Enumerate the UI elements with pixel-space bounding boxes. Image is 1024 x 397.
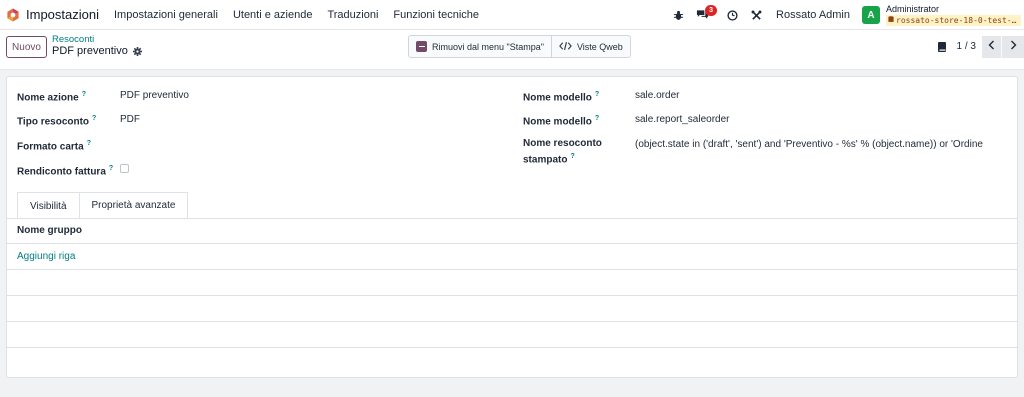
- top-navbar: Impostazioni Impostazioni generali Utent…: [0, 0, 1024, 30]
- help-tooltip-icon[interactable]: ?: [570, 153, 574, 160]
- pager-previous-button[interactable]: [982, 35, 1002, 58]
- model-name-label: Nome modello?: [523, 91, 600, 104]
- form-sheet: Nome azione? PDF preventivo Tipo resocon…: [6, 76, 1018, 378]
- app-home-link[interactable]: Impostazioni: [6, 7, 109, 22]
- help-tooltip-icon[interactable]: ?: [595, 91, 599, 98]
- breadcrumb: Resoconti PDF preventivo: [52, 34, 142, 58]
- pager-value[interactable]: 1 / 3: [957, 41, 976, 52]
- invoice-report-label: Rendiconto fattura?: [17, 165, 114, 178]
- code-icon: [559, 41, 572, 53]
- remove-from-print-menu-label: Rimuovi dal menu "Stampa": [432, 41, 544, 52]
- paper-format-label: Formato carta?: [17, 140, 91, 153]
- remove-from-print-menu-button[interactable]: Rimuovi dal menu "Stampa": [409, 36, 551, 57]
- chevron-left-icon: [988, 40, 995, 53]
- pager: 1 / 3: [937, 35, 1024, 58]
- gear-icon[interactable]: [132, 47, 142, 56]
- menu-general-settings[interactable]: Impostazioni generali: [114, 9, 218, 21]
- new-button[interactable]: Nuovo: [6, 36, 47, 58]
- menu-translations[interactable]: Traduzioni: [327, 9, 378, 21]
- template-name-label: Nome modello?: [523, 115, 600, 128]
- help-tooltip-icon[interactable]: ?: [92, 115, 96, 122]
- control-panel: Nuovo Resoconti PDF preventivo Rimuovi d…: [0, 30, 1024, 70]
- qweb-views-button[interactable]: Viste Qweb: [550, 36, 630, 57]
- database-icon: [888, 15, 894, 26]
- app-name: Impostazioni: [26, 7, 99, 22]
- printed-report-name-field[interactable]: (object.state in ('draft', 'sent') and '…: [635, 138, 985, 151]
- user-name: Administrator: [886, 4, 940, 14]
- breadcrumb-parent[interactable]: Resoconti: [52, 34, 142, 45]
- notebook-tabs: Visibilità Proprietà avanzate: [17, 192, 189, 219]
- tab-divider: [7, 218, 1017, 219]
- group-name-column-header[interactable]: Nome gruppo: [17, 225, 82, 236]
- help-tooltip-icon[interactable]: ?: [595, 115, 599, 122]
- report-type-field[interactable]: PDF: [120, 113, 140, 126]
- printed-report-name-label: Nome resoconto stampato?: [523, 138, 602, 166]
- database-name: rossato-store-18-0-test-…: [886, 15, 1021, 26]
- user-menu[interactable]: Administrator rossato-store-18-0-test-…: [886, 4, 1021, 26]
- table-row: [7, 295, 1017, 321]
- qweb-views-label: Viste Qweb: [576, 41, 623, 52]
- action-name-field[interactable]: PDF preventivo: [120, 89, 189, 102]
- add-line-link[interactable]: Aggiungi riga: [17, 251, 75, 262]
- action-name-label: Nome azione?: [17, 91, 86, 104]
- help-tooltip-icon[interactable]: ?: [87, 140, 91, 147]
- breadcrumb-current: PDF preventivo: [52, 45, 128, 57]
- remove-icon: [416, 41, 427, 52]
- menu-users-companies[interactable]: Utenti e aziende: [233, 9, 313, 21]
- settings-app-icon: [6, 8, 20, 22]
- table-row: [7, 269, 1017, 295]
- table-row: [7, 347, 1017, 373]
- activity-clock-icon[interactable]: [720, 0, 744, 30]
- messages-count-badge: 3: [705, 5, 718, 16]
- database-name-text: rossato-store-18-0-test-…: [896, 16, 1017, 25]
- user-avatar[interactable]: A: [862, 6, 880, 24]
- messages-icon[interactable]: 3: [690, 0, 718, 30]
- table-row: [7, 243, 1017, 269]
- invoice-report-checkbox[interactable]: [120, 164, 129, 173]
- help-tooltip-icon[interactable]: ?: [82, 91, 86, 98]
- model-name-field[interactable]: sale.order: [635, 89, 679, 102]
- report-type-label: Tipo resoconto?: [17, 115, 97, 128]
- help-tooltip-icon[interactable]: ?: [109, 165, 113, 172]
- company-switcher[interactable]: Rossato Admin: [776, 9, 850, 21]
- pager-next-button[interactable]: [1002, 35, 1024, 58]
- tab-visibility[interactable]: Visibilità: [17, 192, 80, 219]
- bug-icon[interactable]: [666, 0, 690, 30]
- menu-technical[interactable]: Funzioni tecniche: [393, 9, 479, 21]
- table-row: [7, 321, 1017, 347]
- chevron-right-icon: [1010, 40, 1017, 53]
- form-action-buttons: Rimuovi dal menu "Stampa" Viste Qweb: [408, 35, 631, 58]
- template-name-field[interactable]: sale.report_saleorder: [635, 113, 730, 126]
- book-icon[interactable]: [937, 41, 947, 53]
- tools-icon[interactable]: [744, 0, 768, 30]
- tab-advanced-properties[interactable]: Proprietà avanzate: [79, 192, 189, 218]
